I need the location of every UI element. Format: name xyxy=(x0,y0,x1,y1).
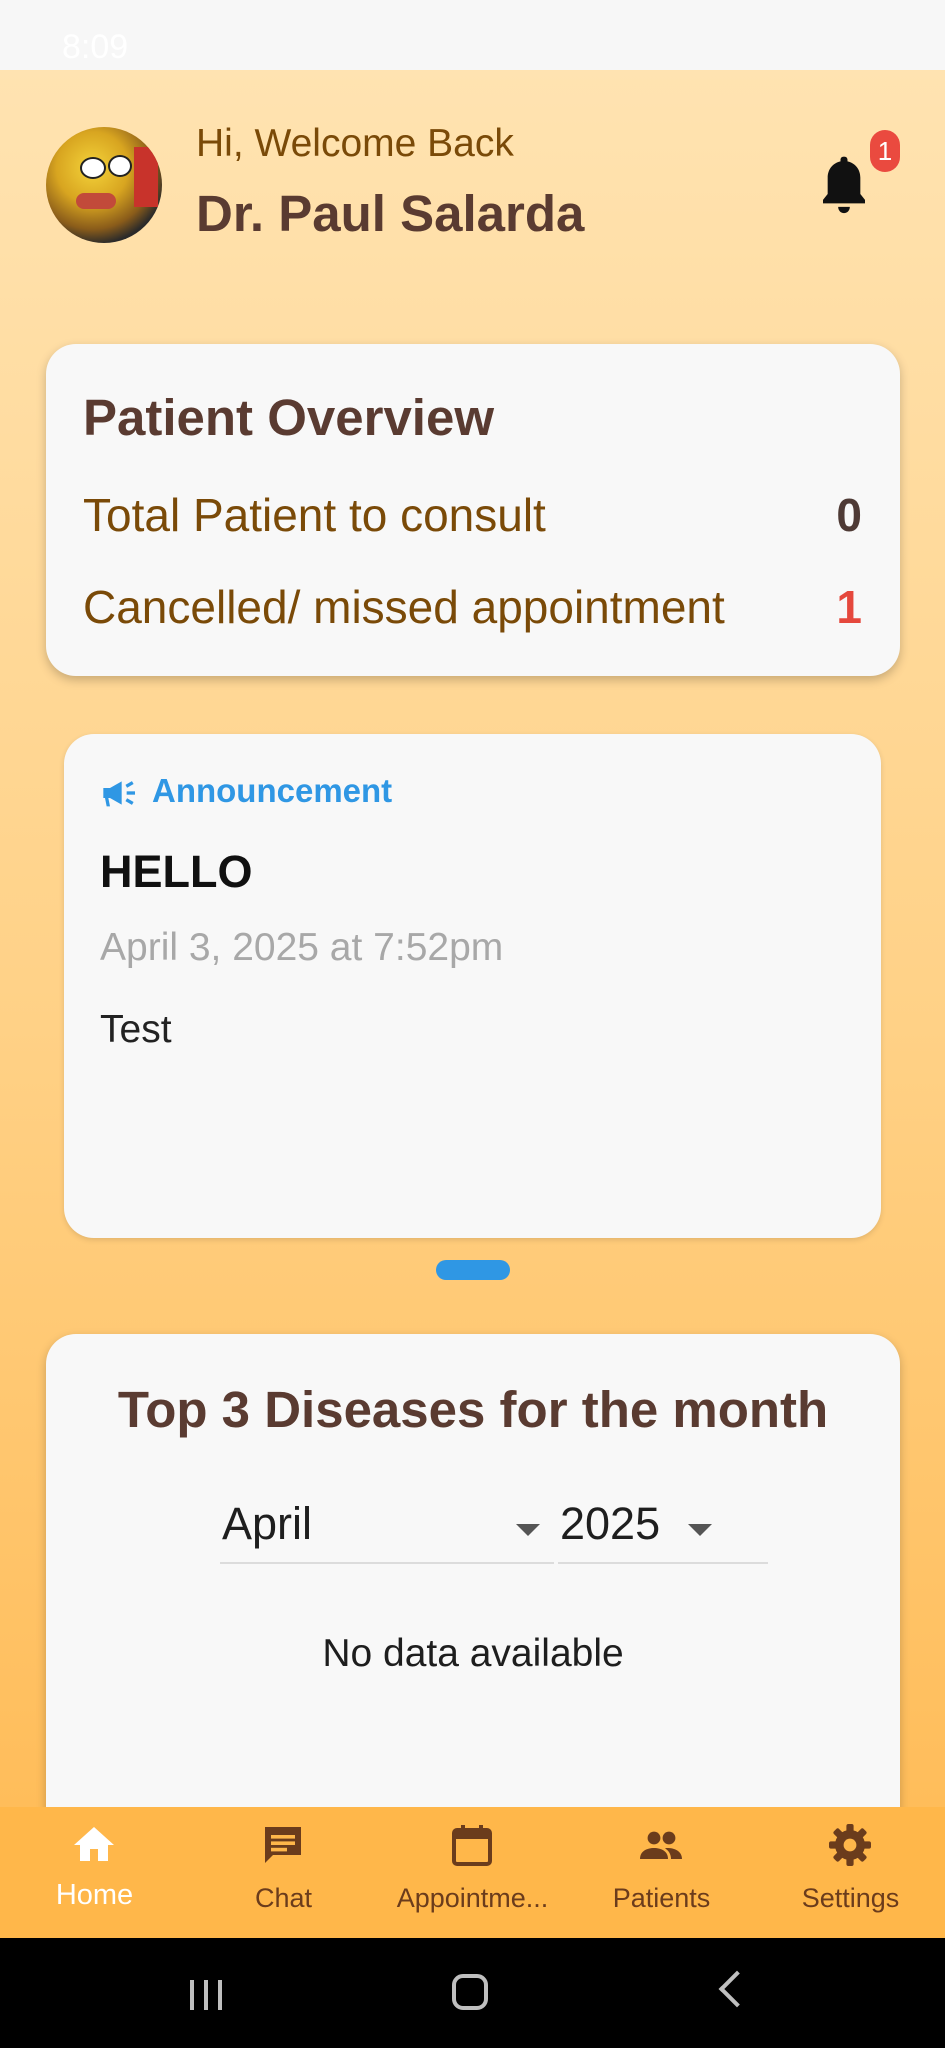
overview-title: Patient Overview xyxy=(83,389,495,446)
announcement-date: April 3, 2025 at 7:52pm xyxy=(100,926,504,969)
nav-item-label: Patients xyxy=(612,1883,711,1913)
nav-item-label: Settings xyxy=(801,1883,900,1913)
top-diseases-card: Top 3 Diseases for the month April 2025 … xyxy=(46,1334,900,1807)
notification-badge: 1 xyxy=(870,130,900,172)
announcement-heading: Announcement xyxy=(100,772,392,810)
bottom-navigation: Home Chat Appointme... Patients Settings xyxy=(0,1807,945,1938)
bell-icon[interactable] xyxy=(816,154,872,220)
overview-row-value: 1 xyxy=(836,581,862,633)
home-screen: Hi, Welcome Back Dr. Paul Salarda 1 Pati… xyxy=(0,70,945,1807)
chevron-down-icon xyxy=(688,1524,712,1536)
calendar-icon xyxy=(452,1825,492,1866)
nav-item-appointments[interactable]: Appointme... xyxy=(378,1807,567,1938)
back-icon[interactable] xyxy=(718,1970,756,2008)
system-navigation-bar xyxy=(0,1938,945,2048)
recent-apps-icon[interactable] xyxy=(190,1980,226,2010)
avatar-badge xyxy=(134,147,158,207)
people-icon xyxy=(640,1831,682,1859)
avatar-eye xyxy=(108,155,132,177)
month-dropdown[interactable]: April xyxy=(220,1494,554,1564)
year-dropdown[interactable]: 2025 xyxy=(558,1494,768,1564)
diseases-title: Top 3 Diseases for the month xyxy=(117,1381,829,1438)
nav-item-settings[interactable]: Settings xyxy=(756,1807,945,1938)
chevron-down-icon xyxy=(516,1524,540,1536)
chat-icon xyxy=(265,1827,301,1863)
nav-item-chat[interactable]: Chat xyxy=(189,1807,378,1938)
patient-overview-card: Patient Overview Total Patient to consul… xyxy=(46,344,900,676)
nav-item-label: Home xyxy=(55,1879,134,1911)
doctor-name: Dr. Paul Salarda xyxy=(196,185,585,242)
status-bar: 8:09 xyxy=(0,0,945,70)
no-data-message: No data available xyxy=(322,1632,624,1675)
overview-row-value: 0 xyxy=(836,489,862,541)
avatar[interactable] xyxy=(46,127,162,243)
home-icon xyxy=(74,1827,114,1861)
nav-item-label: Appointme... xyxy=(396,1883,549,1913)
overview-row-label: Total Patient to consult xyxy=(83,489,546,541)
status-time: 8:09 xyxy=(62,28,129,66)
nav-item-patients[interactable]: Patients xyxy=(567,1807,756,1938)
megaphone-icon xyxy=(103,781,135,807)
nav-item-label: Chat xyxy=(254,1883,313,1913)
nav-item-home[interactable]: Home xyxy=(0,1807,189,1938)
year-dropdown-value: 2025 xyxy=(560,1498,661,1549)
announcement-title: HELLO xyxy=(100,846,253,897)
gear-icon xyxy=(829,1824,871,1866)
home-button-icon[interactable] xyxy=(452,1974,488,2010)
announcement-card[interactable]: Announcement HELLO April 3, 2025 at 7:52… xyxy=(64,734,881,1238)
carousel-indicator[interactable] xyxy=(436,1260,510,1280)
announcement-heading-label: Announcement xyxy=(152,772,393,809)
greeting-text: Hi, Welcome Back xyxy=(196,122,514,165)
overview-row-label: Cancelled/ missed appointment xyxy=(83,581,725,633)
announcement-body: Test xyxy=(100,1008,172,1051)
overview-row: Total Patient to consult 0 xyxy=(83,488,862,542)
avatar-eye xyxy=(80,157,106,179)
overview-row: Cancelled/ missed appointment 1 xyxy=(83,580,862,634)
avatar-mouth xyxy=(76,193,116,209)
month-dropdown-value: April xyxy=(222,1498,313,1549)
